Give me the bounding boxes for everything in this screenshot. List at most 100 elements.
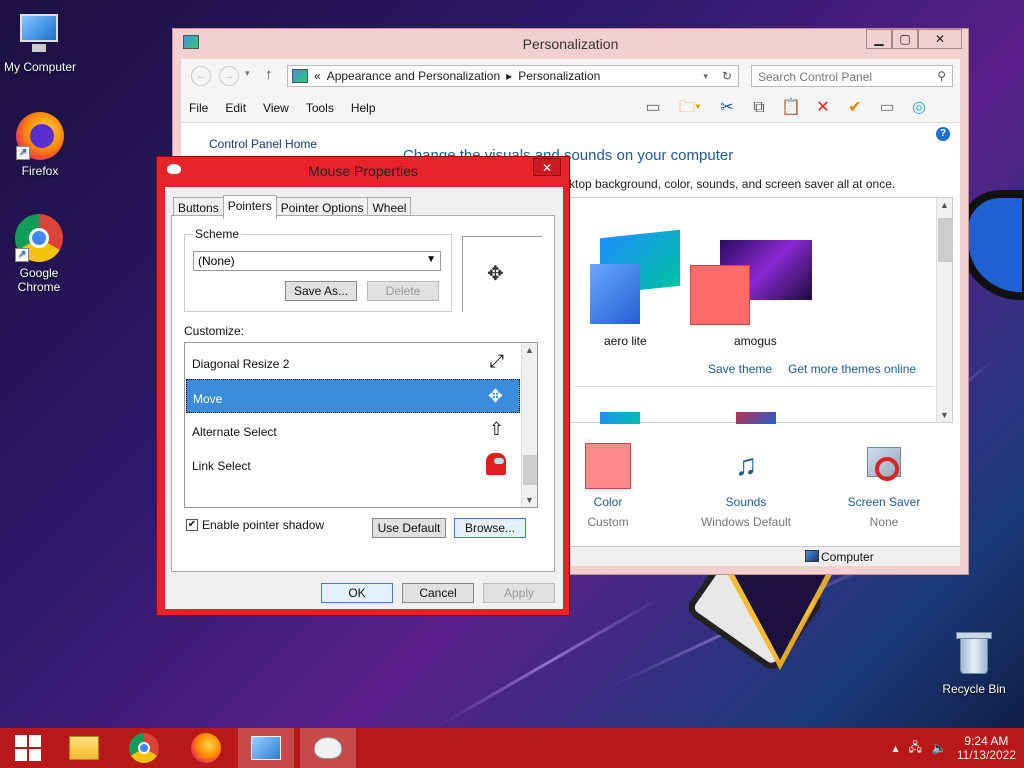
checkmark-icon[interactable]: ✔ [186,519,198,531]
search-input[interactable]: Search Control Panel ⚲ [751,65,953,87]
computer-icon [805,550,819,562]
firefox-icon: ↗ [16,112,64,160]
scroll-down-icon[interactable]: ▼ [525,495,534,505]
cut-icon[interactable]: ✂ [715,96,739,120]
control-panel-icon [251,736,281,760]
taskbar-file-explorer[interactable] [56,728,112,768]
breadcrumb-appearance[interactable]: Appearance and Personalization [327,69,500,83]
amogus-cursor-icon [486,453,506,475]
search-icon[interactable]: ⚲ [937,69,946,83]
taskbar-firefox[interactable] [178,728,234,768]
refresh-icon[interactable]: ↻ [722,69,732,83]
forward-arrow-icon[interactable]: → [219,66,239,86]
close-button[interactable]: ✕ [918,29,962,49]
breadcrumb-personalization[interactable]: Personalization [518,69,600,83]
theme-amogus[interactable]: amogus [690,198,830,358]
address-dropdown-icon[interactable]: ▾ [703,71,708,82]
diagonal-resize-cursor-icon: ⤢ [489,351,504,371]
breadcrumb-overflow[interactable]: « [314,69,321,83]
network-icon[interactable]: 🖧 [908,738,921,759]
title-bar[interactable]: Personalization ▁ ▢ ✕ [173,29,968,59]
chevron-right-icon[interactable]: ▸ [506,69,512,83]
list-item[interactable]: Diagonal Resize 2 ⤢ [186,345,520,379]
apply-button[interactable]: Apply [483,583,555,603]
delete-icon[interactable]: ✕ [811,96,835,120]
setting-label: Sounds [725,495,767,509]
pointer-shadow-checkbox[interactable]: ✔ Enable pointer shadow [186,518,324,532]
sounds-setting[interactable]: ♫ Sounds Windows Default [691,443,801,529]
save-as-button[interactable]: Save As... [285,281,357,301]
taskbar: ▴ 🖧 🔈 9:24 AM 11/13/2022 [0,728,1024,768]
pointer-name: Alternate Select [192,425,277,439]
checkmark-icon[interactable]: ✔ [843,96,867,120]
back-arrow-icon[interactable]: ← [191,66,211,86]
use-default-button[interactable]: Use Default [372,518,446,538]
paste-icon[interactable]: 📋 [779,96,803,120]
scroll-down-icon[interactable]: ▼ [940,410,949,420]
folder-properties-icon[interactable]: 🗀▾ [673,96,707,120]
control-panel-home-link[interactable]: Control Panel Home [209,137,317,151]
volume-icon[interactable]: 🔈 [932,741,947,755]
menu-edit[interactable]: Edit [225,101,246,115]
start-button[interactable] [0,728,56,768]
setting-value: None [869,515,899,529]
address-row: ← → ▾ ↑ « Appearance and Personalization… [181,59,960,93]
scheme-select[interactable]: (None) ▼ [193,251,441,271]
list-item[interactable]: Link Select [186,447,520,481]
checkbox-label: Enable pointer shadow [202,518,325,532]
maximize-button[interactable]: ▢ [892,29,918,49]
recent-pages-chevron-icon[interactable]: ▾ [245,68,250,79]
taskbar-chrome[interactable] [116,728,172,768]
taskbar-control-panel[interactable] [238,728,294,768]
properties-icon[interactable]: ▭ [875,96,899,120]
mouse-icon [314,737,342,759]
screen-saver-setting[interactable]: Screen Saver None [829,443,939,529]
browse-button[interactable]: Browse... [454,518,526,538]
themes-list: aero lite amogus Save theme Get more the… [569,197,953,424]
address-bar[interactable]: « Appearance and Personalization ▸ Perso… [287,65,739,87]
menu-tools[interactable]: Tools [306,101,334,115]
menu-help[interactable]: Help [351,101,376,115]
theme-aero-lite[interactable]: aero lite [570,198,690,358]
clock[interactable]: 9:24 AM 11/13/2022 [957,734,1016,762]
page-subheading: ktop background, color, sounds, and scre… [569,177,896,191]
up-arrow-icon[interactable]: ↑ [265,66,273,83]
desktop-icon-chrome[interactable]: ↗ Google Chrome [0,214,78,294]
themes-scrollbar[interactable]: ▲ ▼ [936,198,952,422]
cancel-button[interactable]: Cancel [402,583,474,603]
scroll-up-icon[interactable]: ▲ [525,345,534,355]
more-themes-link[interactable]: Get more themes online [788,362,916,376]
copy-icon[interactable]: ⧉ [747,96,771,120]
dialog-title[interactable]: Mouse Properties [157,163,569,179]
desktop-icon-my-computer[interactable]: My Computer [0,8,80,74]
minimize-button[interactable]: ▁ [866,29,892,49]
shell-icon[interactable]: ◎ [907,96,931,120]
delete-button[interactable]: Delete [367,281,439,301]
chrome-icon [129,733,159,763]
menu-bar: File Edit View Tools Help ▭ 🗀▾ ✂ ⧉ 📋 ✕ ✔… [181,93,960,123]
list-item-selected[interactable]: Move ✥ [186,379,520,413]
firefox-icon [191,733,221,763]
scroll-thumb[interactable] [523,455,537,485]
list-item[interactable]: Alternate Select ⇧ [186,413,520,447]
screen-saver-icon [861,443,907,489]
taskbar-mouse-properties[interactable] [300,728,356,768]
scroll-thumb[interactable] [938,218,952,262]
desktop-icon-recycle-bin[interactable]: Recycle Bin [934,630,1014,696]
setting-value: Windows Default [700,515,792,529]
close-button[interactable]: ✕ [533,158,561,176]
ok-button[interactable]: OK [321,583,393,603]
scroll-up-icon[interactable]: ▲ [940,200,949,210]
menu-file[interactable]: File [189,101,208,115]
save-theme-link[interactable]: Save theme [708,362,772,376]
desktop-icon-firefox[interactable]: ↗ Firefox [0,112,80,178]
desktop-icon-label: Firefox [21,164,59,178]
move-cursor-icon: ✥ [487,263,504,285]
computer-icon [16,8,64,56]
help-icon[interactable]: ? [936,127,950,141]
layout-icon[interactable]: ▭ [641,96,665,120]
list-scrollbar[interactable]: ▲ ▼ [521,343,537,507]
menu-view[interactable]: View [263,101,289,115]
tab-pointers[interactable]: Pointers [222,195,277,219]
show-hidden-icons-icon[interactable]: ▴ [892,741,898,755]
